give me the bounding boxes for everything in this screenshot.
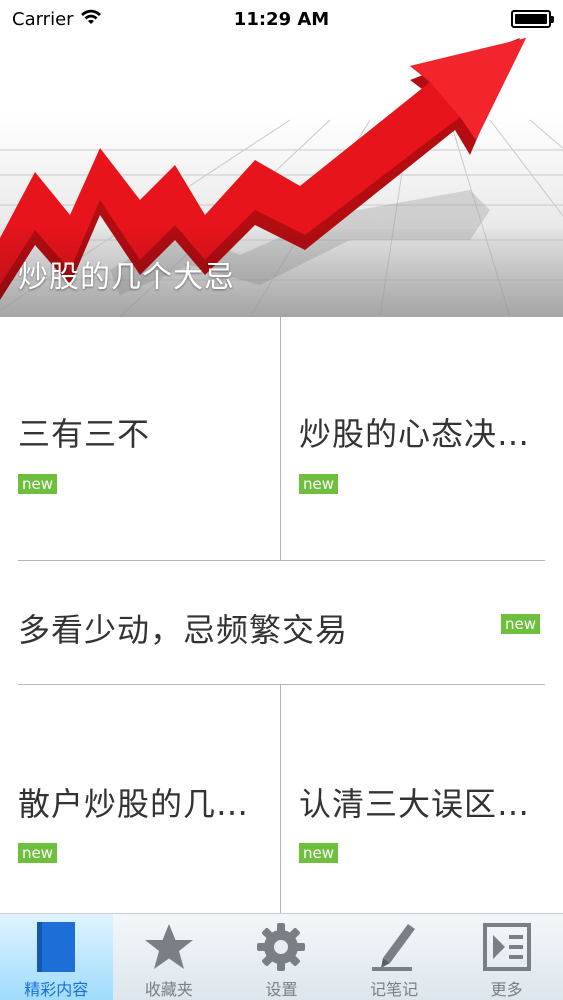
tab-label: 记笔记 bbox=[370, 980, 419, 999]
article-tile-1[interactable]: 三有三不 new bbox=[0, 317, 280, 560]
hero-caption: 炒股的几个大忌 bbox=[18, 260, 235, 295]
more-list-icon bbox=[477, 920, 537, 974]
article-tile-3[interactable]: 多看少动，忌频繁交易 new bbox=[0, 561, 563, 684]
gear-icon bbox=[251, 920, 311, 974]
new-badge: new bbox=[299, 843, 339, 863]
tab-more[interactable]: 更多 bbox=[450, 914, 563, 1000]
tab-label: 设置 bbox=[265, 980, 298, 999]
battery-icon bbox=[511, 10, 554, 28]
tab-notes[interactable]: 记笔记 bbox=[338, 914, 451, 1000]
tab-label: 更多 bbox=[490, 980, 523, 999]
article-tile-5[interactable]: 认清三大误区… new bbox=[281, 685, 545, 913]
pen-icon bbox=[364, 920, 424, 974]
tab-label: 收藏夹 bbox=[144, 980, 193, 999]
new-badge: new bbox=[501, 614, 541, 634]
article-grid: 三有三不 new 炒股的心态决… new 多看少动，忌频繁交易 new 散户炒股… bbox=[0, 317, 563, 913]
carrier-label: Carrier bbox=[12, 8, 74, 30]
article-title: 多看少动，忌频繁交易 bbox=[18, 611, 349, 649]
article-title: 炒股的心态决… bbox=[299, 415, 531, 453]
new-badge: new bbox=[18, 843, 58, 863]
tab-featured[interactable]: 精彩内容 bbox=[0, 914, 113, 1000]
article-title: 三有三不 bbox=[18, 415, 151, 453]
article-tile-2[interactable]: 炒股的心态决… new bbox=[281, 317, 545, 560]
tab-settings[interactable]: 设置 bbox=[225, 914, 338, 1000]
status-bar: Carrier 11:29 AM bbox=[0, 0, 563, 38]
article-title: 认清三大误区… bbox=[299, 785, 531, 823]
star-icon bbox=[139, 920, 199, 974]
wifi-icon bbox=[80, 9, 102, 30]
book-icon bbox=[26, 920, 86, 974]
tab-bar: 精彩内容 收藏夹 设置 记笔记 更多 bbox=[0, 913, 563, 1000]
article-title: 散户炒股的几… bbox=[18, 785, 250, 823]
new-badge: new bbox=[299, 474, 339, 494]
new-badge: new bbox=[18, 474, 58, 494]
tab-label: 精彩内容 bbox=[24, 980, 89, 999]
tab-favorites[interactable]: 收藏夹 bbox=[113, 914, 226, 1000]
hero-banner[interactable]: 炒股的几个大忌 bbox=[0, 0, 563, 317]
article-tile-4[interactable]: 散户炒股的几… new bbox=[0, 685, 280, 913]
